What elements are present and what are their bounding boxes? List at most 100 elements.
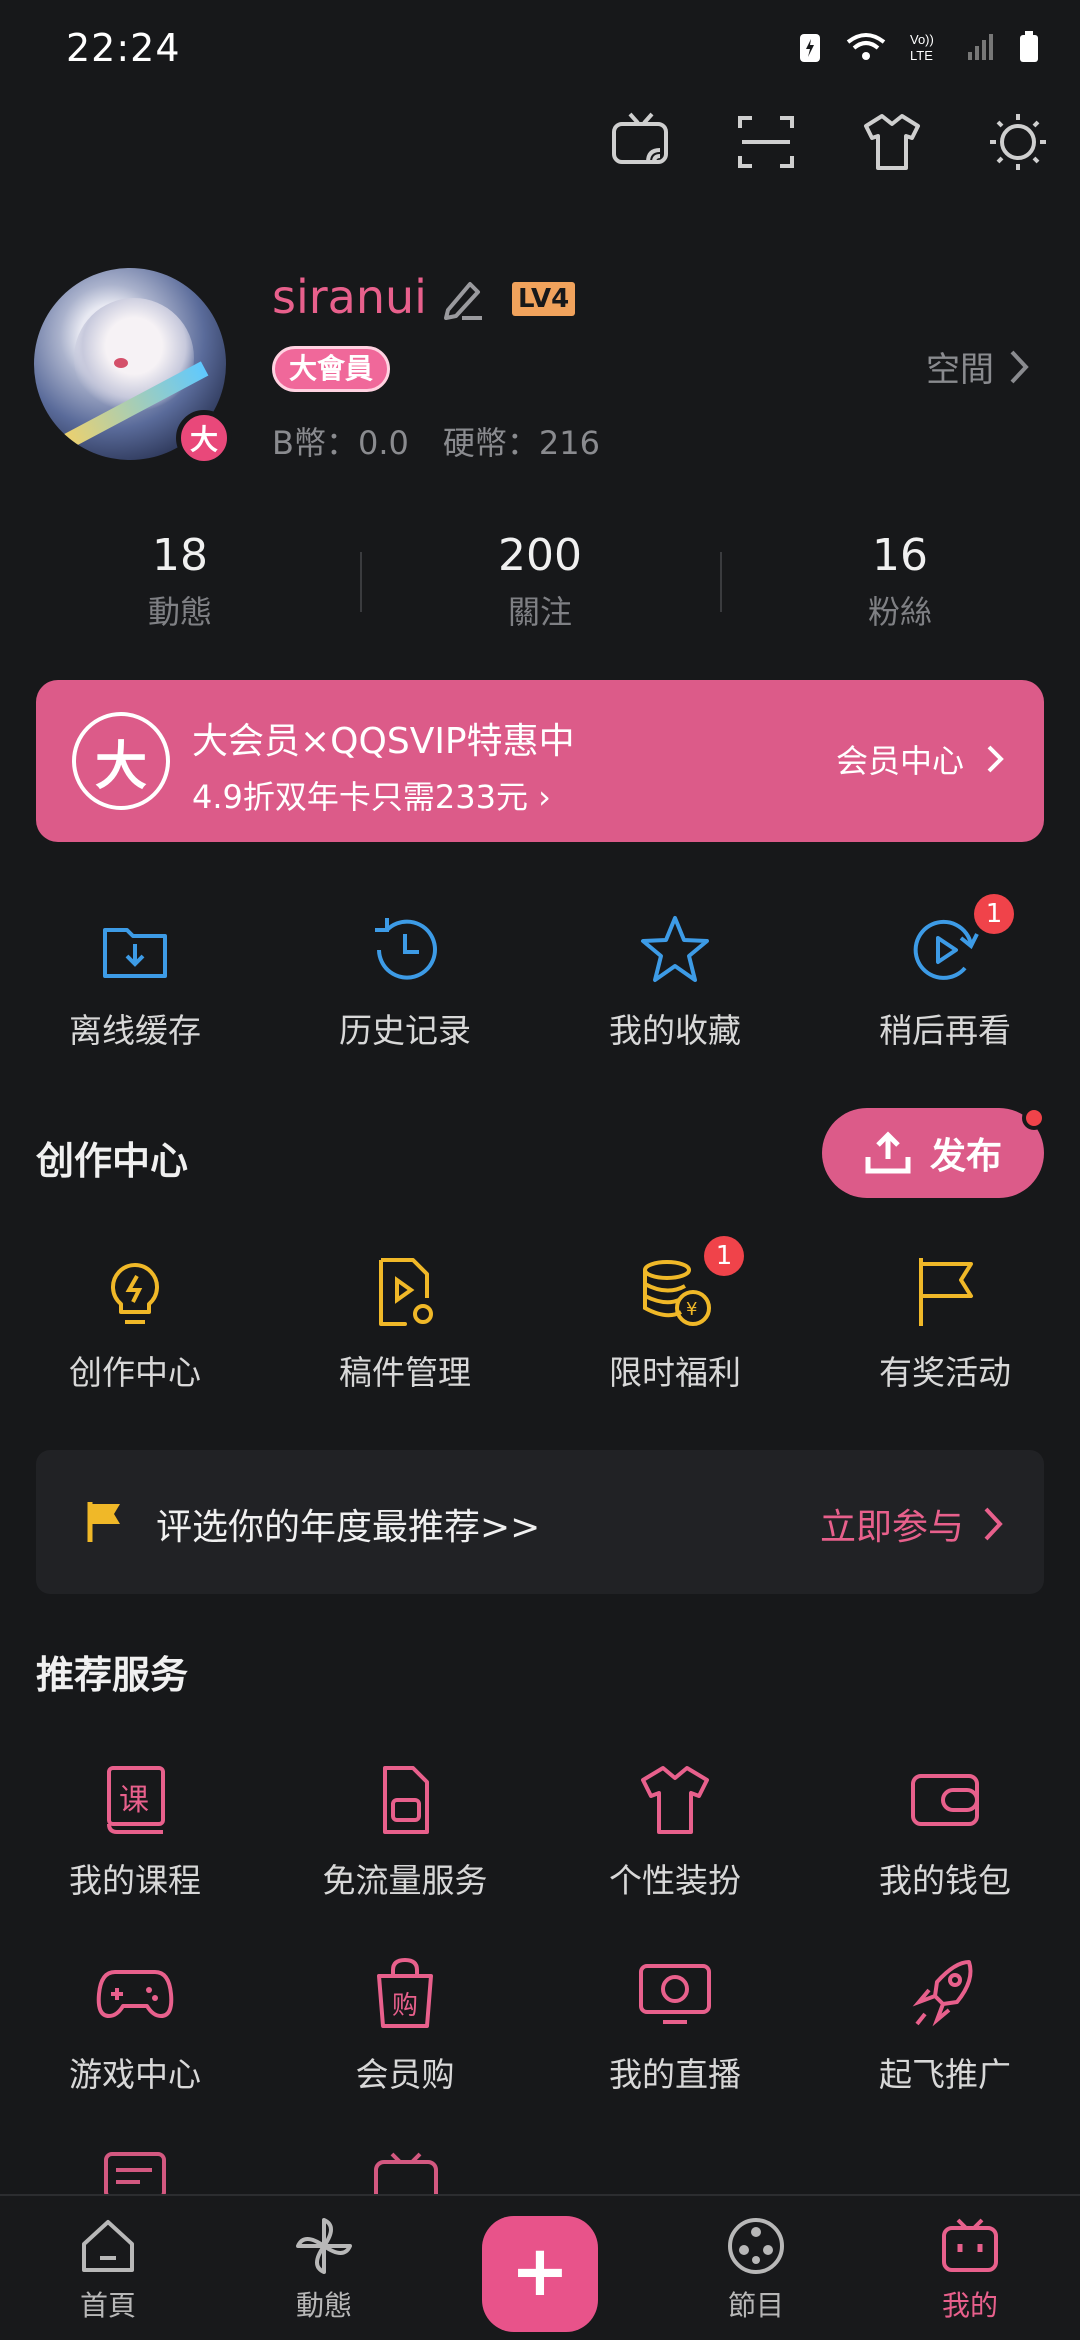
quick-action-label: 稍后再看: [879, 1011, 1011, 1050]
svg-text:购: 购: [392, 1991, 418, 2021]
quick-action-label: 我的收藏: [609, 1011, 741, 1050]
nav-home[interactable]: 首頁: [38, 2214, 178, 2324]
tv-cast-icon[interactable]: [608, 110, 672, 174]
stat-following[interactable]: 200 關注: [360, 530, 720, 633]
creation-section-title: 创作中心: [36, 1139, 189, 1183]
creation-item-label: 创作中心: [69, 1353, 201, 1392]
scan-icon[interactable]: [734, 110, 798, 174]
vip-center-link[interactable]: 会员中心: [836, 736, 1004, 782]
limited-benefit-item[interactable]: ¥ 1 限时福利: [540, 1236, 810, 1394]
join-now-link[interactable]: 立即参与: [820, 1498, 1004, 1550]
coin-balances: B幣：0.0 硬幣：216: [272, 418, 600, 464]
shopping-bag-icon: 购: [377, 1957, 433, 2028]
vip-center-label: 会员中心: [835, 742, 964, 780]
service-label: 我的直播: [609, 2055, 741, 2094]
stat-count: 18: [152, 530, 208, 581]
gamepad-icon: [96, 1970, 174, 2018]
creation-item-label: 限时福利: [609, 1353, 741, 1392]
signal-icon: [968, 34, 993, 60]
service-personal-decor[interactable]: 个性装扮: [540, 1760, 810, 1902]
service-member-shop[interactable]: 购 会员购: [270, 1954, 540, 2096]
rocket-icon: [912, 1960, 973, 2027]
stat-dynamics[interactable]: 18 動態: [0, 530, 360, 633]
quick-action-label: 历史记录: [339, 1011, 471, 1050]
stat-fans[interactable]: 16 粉絲: [720, 530, 1080, 633]
bottom-nav: 首頁 動態 + 節目 我的: [0, 2194, 1080, 2340]
course-icon: 课: [107, 1766, 165, 1834]
upload-icon: [865, 1131, 911, 1174]
volte-icon: Vo))LTE: [910, 32, 934, 63]
notification-badge: 1: [704, 1236, 744, 1276]
service-label: 起飞推广: [879, 2055, 1011, 2094]
service-my-courses[interactable]: 课 我的课程: [0, 1760, 270, 1902]
service-label: 我的课程: [69, 1861, 201, 1900]
award-banner[interactable]: 评选你的年度最推荐>> 立即参与: [36, 1450, 1044, 1594]
stat-count: 200: [498, 530, 582, 581]
flag-icon: [919, 1258, 973, 1326]
manuscript-management-item[interactable]: 稿件管理: [270, 1252, 540, 1394]
service-game-center[interactable]: 游戏中心: [0, 1954, 270, 2096]
publish-button[interactable]: 发布: [822, 1106, 1046, 1198]
service-label: 个性装扮: [609, 1861, 741, 1900]
live-tv-icon: [639, 1964, 711, 2024]
quick-offline-cache[interactable]: 离线缓存: [0, 910, 270, 1052]
chevron-right-icon: [1010, 350, 1029, 383]
create-plus-button[interactable]: +: [482, 2216, 598, 2332]
creation-item-label: 稿件管理: [339, 1353, 471, 1392]
svg-text:LTE: LTE: [910, 48, 933, 63]
nav-mine[interactable]: 我的: [900, 2214, 1040, 2324]
nav-programs[interactable]: 節目: [686, 2214, 826, 2324]
history-clock-icon: [375, 918, 437, 980]
stat-label: 關注: [507, 593, 572, 631]
services-row-2: 游戏中心 购 会员购 我的直播 起飞推广: [0, 1954, 1080, 2096]
notification-dot: [1022, 1106, 1046, 1130]
quick-history[interactable]: 历史记录: [270, 910, 540, 1052]
chevron-right-icon: [984, 1507, 1003, 1541]
status-time: 22:24: [66, 26, 181, 70]
bulb-icon: [111, 1263, 159, 1324]
wifi-icon: [846, 33, 886, 60]
creation-item-label: 有奖活动: [879, 1353, 1011, 1392]
watch-later-icon: [913, 919, 979, 980]
wallet-icon: [911, 1774, 979, 1826]
nav-dynamics[interactable]: 動態: [254, 2214, 394, 2324]
edit-icon[interactable]: [440, 276, 486, 322]
stats-row: 18 動態 200 關注 16 粉絲: [0, 530, 1080, 633]
reward-activity-item[interactable]: 有奖活动: [810, 1252, 1080, 1394]
message-icon: [104, 2152, 166, 2194]
creation-center-item[interactable]: 创作中心: [0, 1252, 270, 1394]
publish-label: 发布: [929, 1136, 1002, 1177]
vip-promo-banner[interactable]: 大 大会员×QQSVIP特惠中 4.9折双年卡只需233元 › 会员中心: [36, 680, 1044, 842]
coins-icon: ¥: [643, 1260, 711, 1326]
service-boost-promotion[interactable]: 起飞推广: [810, 1954, 1080, 2096]
service-label: 我的钱包: [879, 1861, 1011, 1900]
creation-items: 创作中心 稿件管理 ¥ 1 限时福利 有奖活动: [0, 1236, 1080, 1394]
chevron-right-icon: [987, 745, 1004, 773]
download-folder-icon: [103, 928, 167, 978]
stat-count: 16: [872, 530, 928, 581]
svg-text:课: 课: [119, 1783, 149, 1818]
join-now-label: 立即参与: [819, 1507, 964, 1548]
space-link[interactable]: 空間: [926, 342, 1030, 391]
quick-watch-later[interactable]: 1 稍后再看: [810, 894, 1080, 1052]
hard-coin-balance: 硬幣：216: [442, 424, 600, 462]
quick-actions: 离线缓存 历史记录 我的收藏 1 稍后再看: [0, 894, 1080, 1052]
vip-tag[interactable]: 大會員: [272, 346, 391, 392]
service-free-data[interactable]: 免流量服务: [270, 1760, 540, 1902]
tshirt-icon[interactable]: [860, 110, 924, 174]
quick-action-label: 离线缓存: [69, 1011, 201, 1050]
svg-text:¥: ¥: [686, 1299, 697, 1320]
services-row-1: 课 我的课程 免流量服务 个性装扮 我的钱包: [0, 1760, 1080, 1902]
vip-logo-icon: 大: [72, 712, 170, 810]
notification-badge: 1: [974, 894, 1014, 934]
service-my-wallet[interactable]: 我的钱包: [810, 1760, 1080, 1902]
night-mode-icon[interactable]: [986, 110, 1050, 174]
battery-saver-icon: [800, 34, 820, 62]
service-my-live[interactable]: 我的直播: [540, 1954, 810, 2096]
nav-label: 節目: [727, 2289, 784, 2322]
quick-favorites[interactable]: 我的收藏: [540, 910, 810, 1052]
star-icon: [641, 916, 709, 982]
space-link-label: 空間: [926, 350, 994, 390]
vip-promo-subtitle[interactable]: 4.9折双年卡只需233元 ›: [192, 772, 551, 818]
nav-label: 動態: [295, 2289, 352, 2322]
